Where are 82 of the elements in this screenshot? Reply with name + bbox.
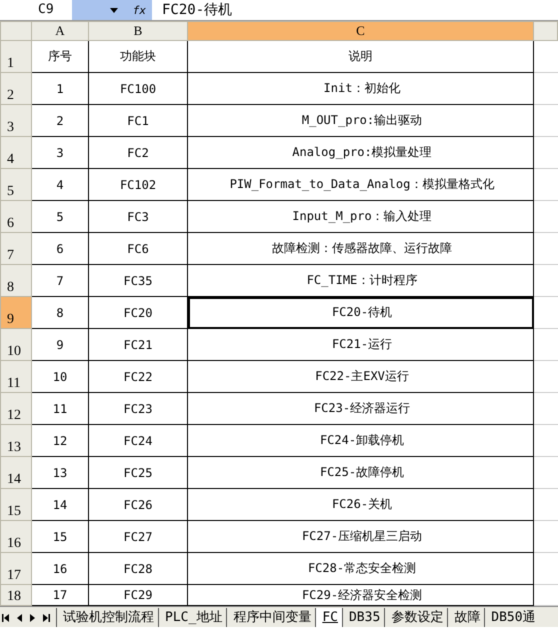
table-cell: 故障检测：传感器故障、运行故障: [188, 232, 534, 264]
table-cell: 序号: [32, 40, 88, 72]
table-cell: FC22-主EXV运行: [188, 360, 534, 392]
table-cell: 3: [32, 136, 88, 168]
table-cell: FC23-经济器运行: [188, 392, 534, 424]
table-cell: FC25-故障停机: [188, 456, 534, 488]
table-cell: FC28-常态安全检测: [188, 552, 534, 584]
table-cell: FC20-待机: [188, 296, 534, 328]
row-header[interactable]: 5: [0, 168, 32, 200]
table-cell: FC20: [88, 296, 188, 328]
table-cell: 2: [32, 104, 88, 136]
table-cell: FC102: [88, 168, 188, 200]
column-header[interactable]: A: [32, 22, 88, 40]
table-cell: FC1: [88, 104, 188, 136]
table-cell: FC2: [88, 136, 188, 168]
row-header[interactable]: 12: [0, 392, 32, 424]
table-cell: 12: [32, 424, 88, 456]
table-cell: Input_M_pro：输入处理: [188, 200, 534, 232]
function-label[interactable]: fx: [132, 4, 146, 16]
table-cell: FC_TIME：计时程序: [188, 264, 534, 296]
row-header[interactable]: 10: [0, 328, 32, 360]
table-cell: FC21-运行: [188, 328, 534, 360]
next-sheet-icon[interactable]: [30, 614, 35, 622]
name-box-dropdown[interactable]: fx: [72, 0, 152, 20]
last-sheet-icon[interactable]: [43, 614, 50, 622]
table-cell: 9: [32, 328, 88, 360]
row-header[interactable]: 13: [0, 424, 32, 456]
sheet-tab[interactable]: FC: [315, 608, 342, 627]
row-header[interactable]: 3: [0, 104, 32, 136]
table-cell: FC6: [88, 232, 188, 264]
table-cell: 7: [32, 264, 88, 296]
table-cell: Init：初始化: [188, 72, 534, 104]
row-header[interactable]: 18: [0, 584, 32, 606]
column-header[interactable]: C: [188, 22, 534, 40]
table-cell: FC21: [88, 328, 188, 360]
table-cell: 11: [32, 392, 88, 424]
first-sheet-icon[interactable]: [2, 614, 9, 622]
table-cell: FC27: [88, 520, 188, 552]
table-cell: 1: [32, 72, 88, 104]
table-cell: 4: [32, 168, 88, 200]
row-header[interactable]: 16: [0, 520, 32, 552]
table-cell: FC3: [88, 200, 188, 232]
table-cell: 14: [32, 488, 88, 520]
table-cell: FC26-关机: [188, 488, 534, 520]
table-cell: Analog_pro:模拟量处理: [188, 136, 534, 168]
table-cell: FC24-卸载停机: [188, 424, 534, 456]
table-cell: FC26: [88, 488, 188, 520]
name-box[interactable]: C9: [0, 0, 72, 20]
table-cell: 13: [32, 456, 88, 488]
row-header[interactable]: 6: [0, 200, 32, 232]
formula-field[interactable]: FC20-待机: [152, 1, 232, 19]
table-cell: 16: [32, 552, 88, 584]
table-cell: PIW_Format_to_Data_Analog：模拟量格式化: [188, 168, 534, 200]
table-cell: FC25: [88, 456, 188, 488]
table-cell: 说明: [188, 40, 534, 72]
row-header[interactable]: 17: [0, 552, 32, 584]
table-cell: FC35: [88, 264, 188, 296]
row-header[interactable]: 4: [0, 136, 32, 168]
table-cell: M_OUT_pro:输出驱动: [188, 104, 534, 136]
previous-sheet-icon[interactable]: [17, 614, 22, 622]
row-header[interactable]: 7: [0, 232, 32, 264]
table-cell: FC22: [88, 360, 188, 392]
table-cell: FC27-压缩机星三启动: [188, 520, 534, 552]
row-header[interactable]: 9: [0, 296, 32, 328]
row-header[interactable]: 1: [0, 40, 32, 72]
row-header[interactable]: 11: [0, 360, 32, 392]
table-cell: FC28: [88, 552, 188, 584]
row-header[interactable]: 14: [0, 456, 32, 488]
row-header[interactable]: 15: [0, 488, 32, 520]
table-cell: FC23: [88, 392, 188, 424]
table-cell: 6: [32, 232, 88, 264]
table-cell: 10: [32, 360, 88, 392]
table-cell: 8: [32, 296, 88, 328]
caret-icon: [110, 8, 118, 12]
column-header[interactable]: B: [88, 22, 188, 40]
table-cell: FC24: [88, 424, 188, 456]
table-cell: 功能块: [88, 40, 188, 72]
table-cell: 15: [32, 520, 88, 552]
table-cell: 5: [32, 200, 88, 232]
row-header[interactable]: 2: [0, 72, 32, 104]
row-header[interactable]: 8: [0, 264, 32, 296]
table-cell: FC100: [88, 72, 188, 104]
